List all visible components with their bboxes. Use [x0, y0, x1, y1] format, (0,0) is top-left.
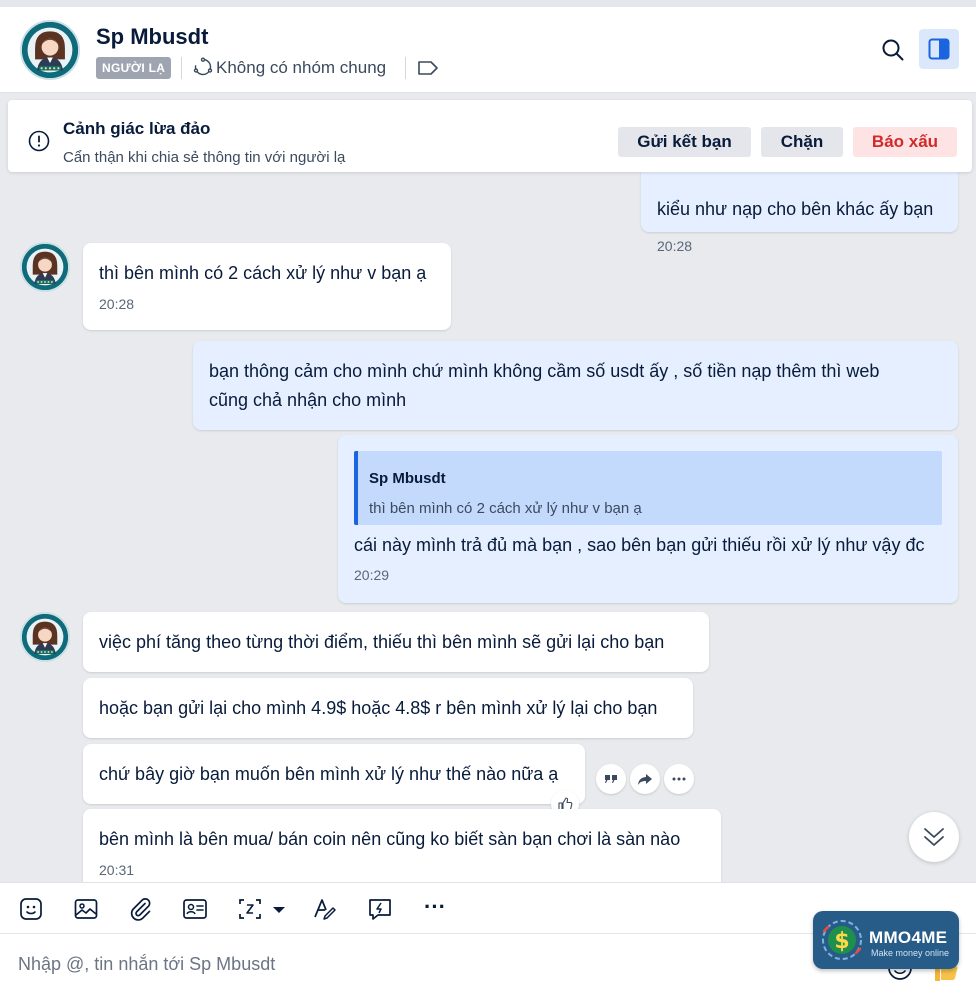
message-incoming[interactable]: việc phí tăng theo từng thời điểm, thiếu… [83, 612, 709, 672]
message-text: việc phí tăng theo từng thời điểm, thiếu… [99, 632, 665, 652]
window-top-strip [0, 0, 976, 7]
contact-card-icon [183, 899, 207, 919]
alert-circle-icon [28, 130, 50, 152]
quoted-text: thì bên mình có 2 cách xử lý như v bạn ạ [369, 500, 642, 517]
message-text: kiểu như nạp cho bên khác ấy bạn [657, 199, 934, 219]
message-time: 20:29 [354, 567, 390, 583]
screenshot-icon [239, 899, 261, 919]
caret-down-icon [273, 907, 285, 913]
message-time: 20:28 [657, 238, 693, 254]
screenshot-options-dropdown[interactable] [268, 895, 290, 923]
contact-card-button[interactable] [181, 895, 209, 923]
watermark-logo: $ MMO4ME Make money online [813, 911, 959, 969]
warning-title: Cảnh giác lừa đảo [63, 119, 211, 138]
watermark-subtitle: Make money online [871, 948, 950, 958]
message-incoming[interactable]: bên mình là bên mua/ bán coin nên cũng k… [83, 809, 721, 882]
message-text: bên mình là bên mua/ bán coin nên cũng k… [99, 829, 681, 849]
paperclip-icon [130, 898, 151, 921]
message-text: cái này mình trả đủ mà bạn , sao bên bạn… [354, 535, 925, 555]
screenshot-button[interactable] [236, 895, 264, 923]
message-incoming[interactable]: hoặc bạn gửi lại cho mình 4.9$ hoặc 4.8$… [83, 678, 693, 738]
message-list[interactable]: kiểu như nạp cho bên khác ấy bạn 20:28 C… [0, 94, 976, 882]
quick-message-button[interactable] [366, 895, 394, 923]
message-time: 20:31 [99, 862, 135, 878]
message-text-line: cũng chả nhận cho mình [209, 390, 407, 410]
chat-header: Sp Mbusdt NGƯỜI LẠ Không có nhóm chung [0, 7, 976, 93]
sender-avatar[interactable] [20, 612, 70, 662]
contact-avatar[interactable] [20, 20, 80, 80]
attach-file-button[interactable] [126, 895, 154, 923]
message-outgoing-reply[interactable]: Sp Mbusdt thì bên mình có 2 cách xử lý n… [338, 435, 958, 603]
scam-warning-banner: Cảnh giác lừa đảo Cẩn thận khi chia sẻ t… [8, 100, 972, 172]
double-chevron-down-icon [924, 828, 944, 846]
quick-message-icon [369, 899, 391, 920]
message-input[interactable] [18, 950, 798, 978]
more-icon [671, 771, 687, 787]
message-text: hoặc bạn gửi lại cho mình 4.9$ hoặc 4.8$… [99, 698, 658, 718]
message-incoming[interactable]: thì bên mình có 2 cách xử lý như v bạn ạ… [83, 243, 451, 330]
message-outgoing[interactable]: bạn thông cảm cho mình chứ mình không cầ… [193, 341, 958, 430]
group-icon [193, 57, 213, 76]
message-time: 20:28 [99, 296, 135, 312]
sender-avatar[interactable] [20, 242, 70, 292]
block-button[interactable]: Chặn [761, 127, 843, 157]
divider [181, 57, 182, 79]
stranger-badge: NGƯỜI LẠ [96, 57, 172, 79]
quoted-message[interactable]: Sp Mbusdt thì bên mình có 2 cách xử lý n… [354, 451, 942, 525]
add-friend-button[interactable]: Gửi kết bạn [618, 127, 751, 157]
text-format-icon [314, 899, 336, 920]
reply-button[interactable] [596, 764, 626, 794]
toggle-info-panel-button[interactable] [919, 29, 959, 69]
image-icon [74, 899, 98, 919]
warning-subtitle: Cẩn thận khi chia sẻ thông tin với người… [63, 149, 346, 166]
sidebar-panel-icon [928, 38, 950, 60]
search-icon[interactable] [880, 37, 906, 63]
quote-icon [603, 771, 619, 787]
message-text: thì bên mình có 2 cách xử lý như v bạn ạ [99, 263, 427, 283]
more-tools-button[interactable]: ··· [421, 895, 449, 923]
sticker-icon [20, 898, 42, 920]
svg-text:$: $ [834, 929, 849, 954]
message-incoming-hovered[interactable]: chứ bây giờ bạn muốn bên mình xử lý như … [83, 744, 585, 804]
watermark-title: MMO4ME [869, 928, 948, 947]
share-icon [637, 771, 653, 787]
message-text-line: bạn thông cảm cho mình chứ mình không cầ… [209, 361, 880, 381]
message-text: chứ bây giờ bạn muốn bên mình xử lý như … [99, 764, 559, 784]
common-groups-label[interactable]: Không có nhóm chung [216, 58, 386, 78]
divider [405, 57, 406, 79]
sticker-button[interactable] [17, 895, 45, 923]
contact-name[interactable]: Sp Mbusdt [96, 24, 208, 50]
more-options-button[interactable] [664, 764, 694, 794]
scroll-to-bottom-button[interactable] [909, 812, 959, 862]
text-format-button[interactable] [311, 895, 339, 923]
image-button[interactable] [72, 895, 100, 923]
forward-button[interactable] [630, 764, 660, 794]
report-button[interactable]: Báo xấu [853, 127, 957, 157]
tag-icon[interactable] [416, 59, 440, 77]
dollar-coin-icon: $ [822, 920, 862, 960]
quoted-sender: Sp Mbusdt [369, 470, 446, 487]
